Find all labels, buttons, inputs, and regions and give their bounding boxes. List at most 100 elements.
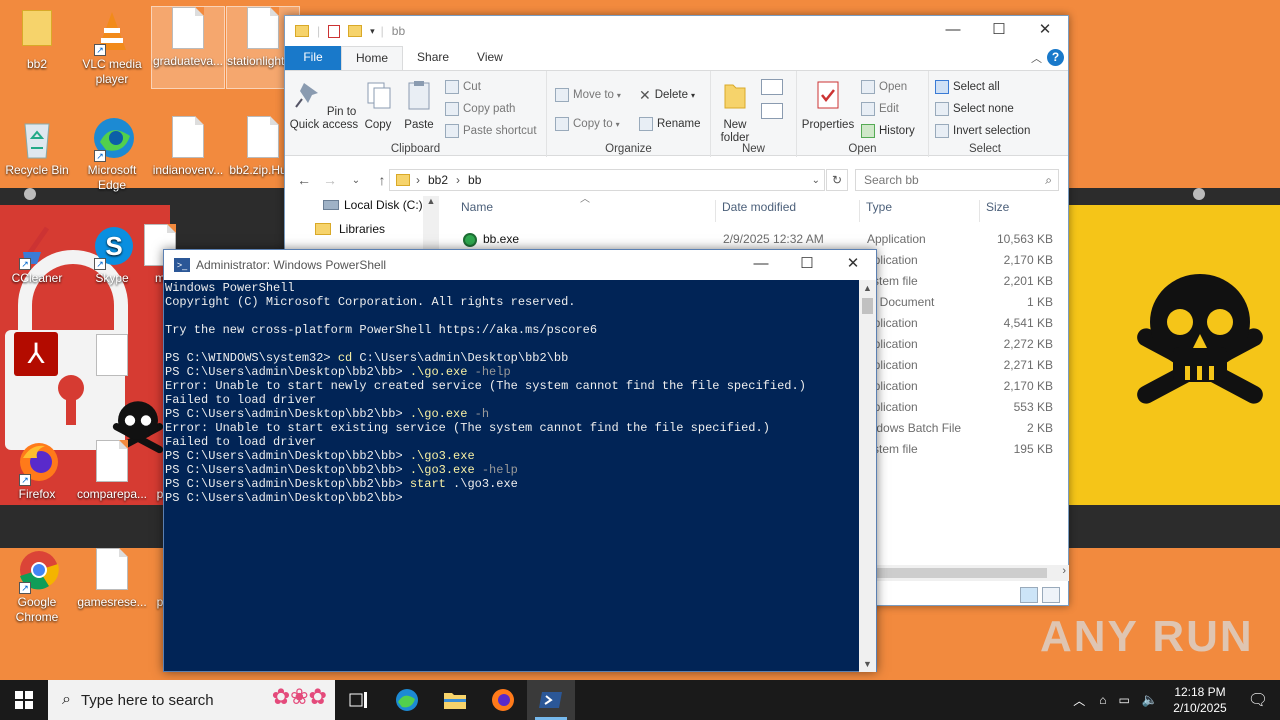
- copy-button[interactable]: Copy: [359, 79, 397, 132]
- column-size[interactable]: Size: [979, 200, 1009, 222]
- edit-button[interactable]: Edit: [861, 99, 899, 119]
- desktop-icon-vlc[interactable]: ↗ VLC media player: [75, 10, 149, 87]
- refresh-icon[interactable]: ↻: [826, 169, 848, 191]
- paste-shortcut-button[interactable]: Paste shortcut: [445, 121, 537, 141]
- delete-button[interactable]: ✕ Delete ▾: [639, 85, 695, 105]
- open-button[interactable]: Open: [861, 77, 907, 97]
- desktop-icon-firefox[interactable]: ↗ Firefox: [0, 440, 74, 502]
- powershell-console[interactable]: Windows PowerShell Copyright (C) Microsof…: [164, 280, 859, 672]
- desktop-icon-edge[interactable]: ↗ Microsoft Edge: [75, 116, 149, 193]
- properties-button[interactable]: Properties: [799, 79, 857, 132]
- desktop-icon-ccleaner[interactable]: ↗ CCleaner: [0, 224, 74, 286]
- new-folder-button[interactable]: New folder: [715, 79, 755, 145]
- maximize-button[interactable]: ☐: [976, 16, 1022, 46]
- customize-quick-access-icon[interactable]: ▾: [370, 26, 375, 37]
- minimize-button[interactable]: —: [738, 250, 784, 280]
- desktop-icon-chrome[interactable]: ↗ Google Chrome: [0, 548, 74, 625]
- column-name[interactable]: Name: [461, 200, 493, 222]
- desktop-icon-indianoverv[interactable]: indianoverv...: [151, 116, 225, 178]
- properties-quick-icon[interactable]: [328, 24, 341, 38]
- scrollbar-thumb[interactable]: [877, 568, 1047, 578]
- taskbar-powershell[interactable]: [527, 680, 575, 720]
- desktop-icon-bb2[interactable]: bb2: [0, 10, 74, 72]
- breadcrumb-bb[interactable]: bb: [468, 173, 481, 187]
- select-none-button[interactable]: Select none: [935, 99, 1014, 119]
- search-input[interactable]: Search bb ⌕: [855, 169, 1059, 191]
- new-folder-icon: [724, 84, 746, 109]
- console-line: Failed to load driver: [165, 435, 859, 449]
- organize-group-label: Organize: [605, 143, 652, 155]
- scroll-up-icon[interactable]: ▲: [859, 280, 876, 296]
- history-button[interactable]: History: [861, 121, 915, 141]
- nav-libraries[interactable]: Libraries: [315, 222, 385, 236]
- collapse-ribbon-icon[interactable]: ︿: [1031, 50, 1042, 66]
- copy-to-button[interactable]: Copy to ▾: [555, 114, 620, 134]
- maximize-button[interactable]: ☐: [784, 250, 830, 280]
- select-all-button[interactable]: Select all: [935, 77, 1000, 97]
- powershell-titlebar[interactable]: >_ Administrator: Windows PowerShell — ☐…: [164, 250, 876, 280]
- tab-home[interactable]: Home: [341, 46, 404, 70]
- desktop-icon-comparepa[interactable]: comparepa...: [75, 440, 149, 502]
- paste-button[interactable]: Paste: [399, 79, 439, 132]
- desktop-icon-graduateva[interactable]: graduateva...: [151, 6, 225, 89]
- copy-to-label: Copy to: [573, 118, 613, 130]
- explorer-titlebar[interactable]: | ▾ | bb — ☐ ✕: [285, 16, 1068, 46]
- console-text: C:\Users\admin\Desktop\bb2\bb: [352, 351, 569, 365]
- network-icon[interactable]: ⌂: [1099, 693, 1106, 707]
- forward-arrow-icon[interactable]: →: [317, 172, 343, 188]
- tab-view[interactable]: View: [463, 46, 517, 70]
- taskbar-search[interactable]: ⌕ Type here to search ✿❀✿: [48, 680, 335, 720]
- powershell-scrollbar[interactable]: ▲ ▼: [859, 280, 876, 672]
- recent-locations-icon[interactable]: ⌄: [343, 175, 369, 186]
- nav-local-disk[interactable]: Local Disk (C:): [323, 198, 423, 212]
- scroll-up-icon[interactable]: ▲: [423, 196, 439, 206]
- scroll-down-icon[interactable]: ▼: [859, 656, 876, 672]
- tab-file[interactable]: File: [285, 46, 341, 70]
- close-button[interactable]: ✕: [1022, 16, 1068, 46]
- new-item-icon[interactable]: [761, 79, 783, 95]
- taskbar-file-explorer[interactable]: [431, 680, 479, 720]
- show-hidden-icons-icon[interactable]: ︿: [1073, 692, 1085, 709]
- column-date-modified[interactable]: Date modified: [715, 200, 796, 222]
- back-arrow-icon[interactable]: ←: [291, 172, 317, 188]
- powershell-window[interactable]: >_ Administrator: Windows PowerShell — ☐…: [163, 249, 877, 672]
- taskbar-firefox[interactable]: [479, 680, 527, 720]
- desktop-icon-skype[interactable]: S ↗ Skype: [75, 224, 149, 286]
- clock[interactable]: 12:18 PM 2/10/2025: [1164, 684, 1236, 716]
- help-icon[interactable]: ?: [1047, 49, 1064, 66]
- breadcrumb-bb2[interactable]: bb2: [428, 173, 448, 187]
- horizontal-scrollbar[interactable]: ›: [877, 565, 1069, 581]
- address-bar[interactable]: › bb2 › bb ⌄: [389, 169, 825, 191]
- close-button[interactable]: ✕: [830, 250, 876, 280]
- column-type[interactable]: Type: [859, 200, 892, 222]
- new-folder-quick-icon[interactable]: [348, 25, 363, 37]
- volume-icon[interactable]: 🔈: [1142, 692, 1158, 708]
- ethernet-icon[interactable]: ▭: [1118, 693, 1129, 707]
- task-view-button[interactable]: [335, 680, 383, 720]
- console-line: Try the new cross-platform PowerShell ht…: [165, 323, 859, 337]
- file-row[interactable]: bb.exe 2/9/2025 12:32 AM Application 10,563…: [455, 229, 1055, 250]
- document-icon[interactable]: [96, 334, 128, 376]
- scroll-right-icon[interactable]: ›: [1062, 565, 1066, 577]
- move-to-button[interactable]: Move to ▾: [555, 85, 621, 105]
- easy-access-icon[interactable]: [761, 103, 783, 119]
- icon-label: Firefox: [18, 487, 56, 501]
- details-view-icon[interactable]: [1020, 587, 1038, 603]
- rename-button[interactable]: Rename: [639, 114, 700, 134]
- tab-share[interactable]: Share: [403, 46, 463, 70]
- address-dropdown-icon[interactable]: ⌄: [812, 175, 820, 186]
- desktop-icon-gamesrese[interactable]: gamesrese...: [75, 548, 149, 610]
- cut-button[interactable]: Cut: [445, 77, 481, 97]
- scrollbar-thumb[interactable]: [862, 298, 873, 314]
- document-icon: [247, 7, 279, 49]
- taskbar-edge[interactable]: [383, 680, 431, 720]
- acrobat-icon[interactable]: ⅄: [14, 332, 58, 376]
- desktop-icon-recycle-bin[interactable]: Recycle Bin: [0, 116, 74, 178]
- invert-selection-button[interactable]: Invert selection: [935, 121, 1030, 141]
- start-button[interactable]: [0, 680, 48, 720]
- large-icons-view-icon[interactable]: [1042, 587, 1060, 603]
- minimize-button[interactable]: —: [930, 16, 976, 46]
- copy-path-button[interactable]: Copy path: [445, 99, 515, 119]
- pin-quick-access-button[interactable]: Pin to Quick access: [289, 79, 359, 132]
- notifications-icon[interactable]: 🗨: [1236, 690, 1280, 710]
